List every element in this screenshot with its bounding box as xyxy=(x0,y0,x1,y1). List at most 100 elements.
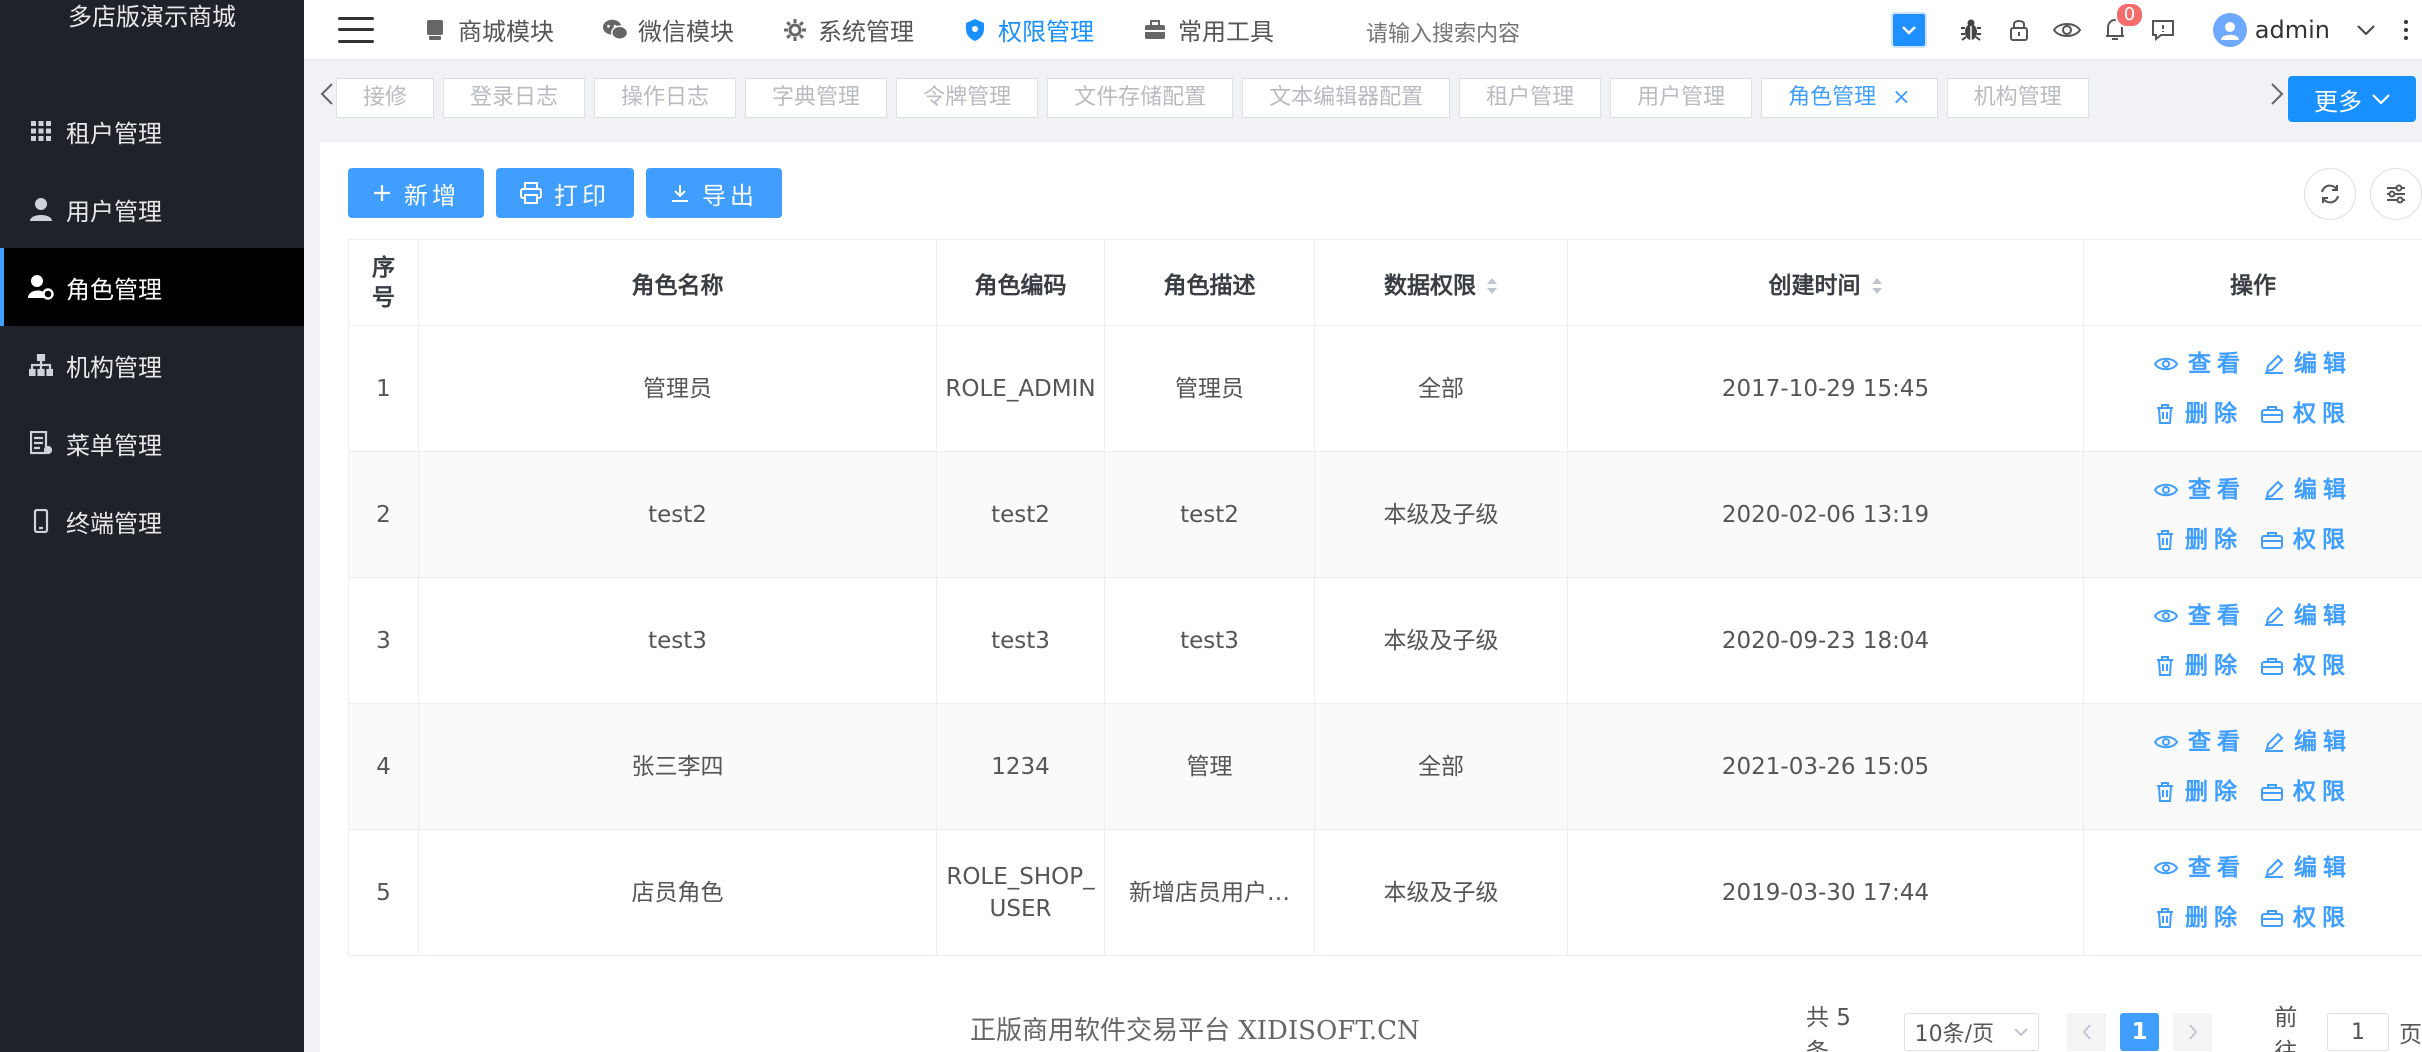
tab-roles[interactable]: 角色管理 × xyxy=(1761,78,1938,118)
cell-index: 1 xyxy=(348,325,419,452)
col-header-scope[interactable]: 数据权限 xyxy=(1314,239,1568,326)
prev-page-button[interactable] xyxy=(2067,1013,2107,1051)
top-navbar: 商城模块 微信模块 系统管理 权限管理 常用工具 请输入搜索内容 0 admin xyxy=(304,0,2422,60)
cell-desc: 管理 xyxy=(1104,703,1315,830)
sidebar-item-tenant[interactable]: 租户管理 xyxy=(0,92,304,170)
pagination: 共 5 条 10条/页 1 前往 页 xyxy=(1806,998,2422,1052)
tab-token[interactable]: 令牌管理 xyxy=(896,78,1039,118)
sidebar-item-org[interactable]: 机构管理 xyxy=(0,326,304,404)
view-button[interactable]: 查看 xyxy=(2154,852,2246,884)
next-page-button[interactable] xyxy=(2173,1013,2213,1051)
add-button[interactable]: 新增 xyxy=(348,168,484,218)
edit-button[interactable]: 编辑 xyxy=(2264,600,2352,632)
sort-icon xyxy=(1487,278,1497,294)
tab-file-storage[interactable]: 文件存储配置 xyxy=(1047,78,1234,118)
footer-text: 正版商用软件交易平台 XIDISOFT.CN xyxy=(970,1016,1420,1046)
table-row: 3 test3 test3 test3 本级及子级 2020-09-23 18:… xyxy=(348,577,2422,704)
cell-index: 5 xyxy=(348,829,419,956)
trash-icon xyxy=(2157,781,2173,802)
user-name[interactable]: admin xyxy=(2255,16,2330,44)
top-nav-label: 常用工具 xyxy=(1178,18,1274,46)
avatar[interactable] xyxy=(2212,13,2247,47)
tabs-scroll-right-icon[interactable] xyxy=(2270,80,2284,113)
chevron-down-icon[interactable] xyxy=(1890,12,1927,48)
delete-button[interactable]: 删除 xyxy=(2155,776,2243,808)
tab-login-log[interactable]: 登录日志 xyxy=(443,78,586,118)
tab-dictionary[interactable]: 字典管理 xyxy=(745,78,888,118)
export-button[interactable]: 导出 xyxy=(646,168,782,218)
page-size-select[interactable]: 10条/页 xyxy=(1903,1013,2040,1051)
permission-button[interactable]: 权限 xyxy=(2261,524,2351,556)
top-nav-tools[interactable]: 常用工具 xyxy=(1142,12,1274,47)
org-tree-icon xyxy=(28,352,54,378)
permission-button[interactable]: 权限 xyxy=(2261,398,2351,430)
top-nav-permissions[interactable]: 权限管理 xyxy=(962,12,1094,47)
eye-icon[interactable] xyxy=(2051,14,2083,46)
trash-icon xyxy=(2157,655,2173,676)
more-tabs-button[interactable]: 更多 xyxy=(2288,76,2416,122)
top-nav-system[interactable]: 系统管理 xyxy=(782,12,914,47)
edit-button[interactable]: 编辑 xyxy=(2264,726,2352,758)
tabs-scroll-left-icon[interactable] xyxy=(320,80,334,113)
sidebar-item-menus[interactable]: 菜单管理 xyxy=(0,404,304,482)
view-button[interactable]: 查看 xyxy=(2154,600,2246,632)
pencil-icon xyxy=(2265,480,2284,500)
delete-button[interactable]: 删除 xyxy=(2155,650,2243,682)
top-nav-shop[interactable]: 商城模块 xyxy=(422,12,554,47)
total-count: 共 5 条 xyxy=(1806,1005,1851,1052)
permission-button[interactable]: 权限 xyxy=(2261,776,2351,808)
edit-button[interactable]: 编辑 xyxy=(2264,852,2352,884)
page-number-current[interactable]: 1 xyxy=(2120,1013,2160,1051)
cell-created: 2017-10-29 15:45 xyxy=(1567,325,2084,452)
search-input[interactable] xyxy=(1366,22,1626,47)
bug-icon[interactable] xyxy=(1955,14,1987,46)
tab-tenant[interactable]: 租户管理 xyxy=(1459,78,1602,118)
tab-item[interactable]: 接修 xyxy=(336,78,435,118)
view-button[interactable]: 查看 xyxy=(2154,474,2246,506)
cell-index: 4 xyxy=(348,703,419,830)
sidebar: 多店版演示商城 租户管理 用户管理 角色管理 机构管理 菜单管理 终端管理 xyxy=(0,0,304,1052)
col-header-desc: 角色描述 xyxy=(1104,239,1315,326)
sidebar-item-label: 终端管理 xyxy=(66,509,162,538)
delete-button[interactable]: 删除 xyxy=(2155,524,2243,556)
bell-icon[interactable]: 0 xyxy=(2099,2,2145,46)
edit-button[interactable]: 编辑 xyxy=(2264,474,2352,506)
goto-page-input[interactable] xyxy=(2326,1013,2389,1051)
refresh-button[interactable] xyxy=(2304,168,2356,220)
edit-button[interactable]: 编辑 xyxy=(2264,348,2352,380)
view-button[interactable]: 查看 xyxy=(2154,348,2246,380)
sidebar-item-roles[interactable]: 角色管理 xyxy=(0,248,304,326)
tab-close-icon[interactable]: × xyxy=(1892,85,1910,110)
permission-button[interactable]: 权限 xyxy=(2261,902,2351,934)
user-dropdown-chevron-icon[interactable] xyxy=(2350,14,2382,46)
view-button[interactable]: 查看 xyxy=(2154,726,2246,758)
cell-ops: 查看 编辑 删除 权限 xyxy=(2083,451,2422,578)
lock-icon[interactable] xyxy=(2003,14,2035,46)
more-vertical-icon[interactable] xyxy=(2398,20,2414,40)
hamburger-menu-icon[interactable] xyxy=(338,16,374,43)
tab-users[interactable]: 用户管理 xyxy=(1610,78,1753,118)
top-nav-wechat[interactable]: 微信模块 xyxy=(602,12,734,47)
cell-name: test2 xyxy=(418,451,937,578)
message-icon[interactable] xyxy=(2147,14,2179,46)
tab-text-editor[interactable]: 文本编辑器配置 xyxy=(1242,78,1451,118)
col-header-created[interactable]: 创建时间 xyxy=(1567,239,2084,326)
sidebar-item-users[interactable]: 用户管理 xyxy=(0,170,304,248)
goto-prefix: 前往 xyxy=(2274,1005,2298,1052)
briefcase-icon xyxy=(2261,531,2283,549)
tab-operation-log[interactable]: 操作日志 xyxy=(594,78,737,118)
print-button[interactable]: 打印 xyxy=(496,168,634,218)
mobile-icon xyxy=(28,508,54,534)
delete-button[interactable]: 删除 xyxy=(2155,902,2243,934)
sidebar-item-terminals[interactable]: 终端管理 xyxy=(0,482,304,560)
tab-org[interactable]: 机构管理 xyxy=(1946,78,2089,118)
permission-button[interactable]: 权限 xyxy=(2261,650,2351,682)
cell-code: test3 xyxy=(936,577,1105,704)
column-settings-button[interactable] xyxy=(2370,168,2422,220)
user-icon xyxy=(28,196,54,222)
wechat-icon xyxy=(602,17,628,43)
cell-created: 2020-09-23 18:04 xyxy=(1567,577,2084,704)
delete-button[interactable]: 删除 xyxy=(2155,398,2243,430)
sliders-icon xyxy=(2387,184,2405,204)
pencil-icon xyxy=(2265,606,2284,626)
